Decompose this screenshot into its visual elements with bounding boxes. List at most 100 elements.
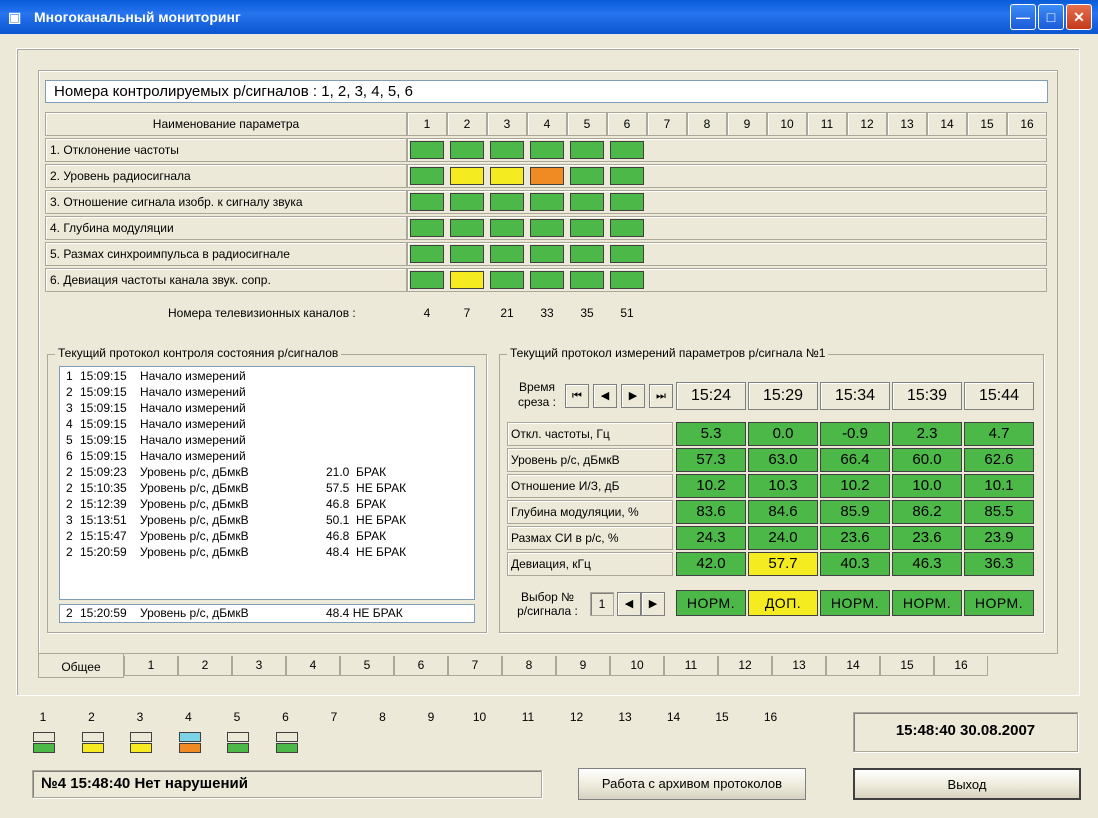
tab-1[interactable]: 1 xyxy=(124,656,178,676)
log-time: 15:09:23 xyxy=(80,465,127,479)
log-event: Начало измерений xyxy=(140,449,246,463)
column-header-7: 7 xyxy=(647,112,687,136)
next-slice-button[interactable]: ▶ xyxy=(621,384,645,408)
list-item[interactable]: 4 15:09:15 Начало измерений xyxy=(60,416,474,432)
signal-prev-button[interactable]: ◀ xyxy=(617,592,641,616)
status-indicator xyxy=(410,167,444,185)
measure-param-label: Откл. частоты, Гц xyxy=(507,422,673,446)
column-header-3: 3 xyxy=(487,112,527,136)
list-item[interactable]: 3 15:13:51 Уровень р/с, дБмкВ 50.1 НЕ БРАК xyxy=(60,512,474,528)
status-indicator xyxy=(610,219,644,237)
list-item[interactable]: 1 15:09:15 Начало измерений xyxy=(60,368,474,384)
list-item[interactable]: 2 15:15:47 Уровень р/с, дБмкВ 46.8 БРАК xyxy=(60,528,474,544)
status-indicator xyxy=(490,245,524,263)
time-slice-header: 15:44 xyxy=(964,382,1034,410)
status-indicator xyxy=(450,219,484,237)
log-list[interactable]: 1 15:09:15 Начало измерений 2 15:09:15 Начало… xyxy=(59,366,475,600)
tab-5[interactable]: 5 xyxy=(340,656,394,676)
minimize-button[interactable]: — xyxy=(1010,4,1036,30)
column-header-16: 16 xyxy=(1007,112,1047,136)
status-indicator xyxy=(570,193,604,211)
column-header-2: 2 xyxy=(447,112,487,136)
log-time: 15:12:39 xyxy=(80,497,127,511)
last-slice-button[interactable]: ⏭ xyxy=(649,384,673,408)
log-result: 46.8 БРАК xyxy=(326,529,387,543)
tab-4[interactable]: 4 xyxy=(286,656,340,676)
measure-value: 85.5 xyxy=(964,500,1034,524)
list-item[interactable]: 3 15:09:15 Начало измерений xyxy=(60,400,474,416)
maximize-button[interactable]: □ xyxy=(1038,4,1064,30)
log-result: 50.1 НЕ БРАК xyxy=(326,513,407,527)
status-badge: НОРМ. xyxy=(892,590,962,616)
tab-6[interactable]: 6 xyxy=(394,656,448,676)
channel-indicator-bottom xyxy=(130,743,152,753)
column-header-4: 4 xyxy=(527,112,567,136)
measure-value: 23.6 xyxy=(820,526,890,550)
tab-12[interactable]: 12 xyxy=(718,656,772,676)
log-channel: 2 xyxy=(66,497,73,511)
tab-3[interactable]: 3 xyxy=(232,656,286,676)
measure-value: 10.3 xyxy=(748,474,818,498)
tab-2[interactable]: 2 xyxy=(178,656,232,676)
measure-value: 60.0 xyxy=(892,448,962,472)
tab-11[interactable]: 11 xyxy=(664,656,718,676)
log-time: 15:09:15 xyxy=(80,401,127,415)
column-header-15: 15 xyxy=(967,112,1007,136)
column-header-6: 6 xyxy=(607,112,647,136)
measure-value: 4.7 xyxy=(964,422,1034,446)
status-indicator xyxy=(610,141,644,159)
log-last-time: 15:20:59 xyxy=(80,606,127,620)
close-button[interactable]: ✕ xyxy=(1066,4,1092,30)
measure-title: Текущий протокол измерений параметров р/… xyxy=(507,346,829,360)
list-item[interactable]: 5 15:09:15 Начало измерений xyxy=(60,432,474,448)
tab-14[interactable]: 14 xyxy=(826,656,880,676)
tab-7[interactable]: 7 xyxy=(448,656,502,676)
list-item[interactable]: 6 15:09:15 Начало измерений xyxy=(60,448,474,464)
column-header-14: 14 xyxy=(927,112,967,136)
tab-16[interactable]: 16 xyxy=(934,656,988,676)
log-last-line: 2 15:20:59 Уровень р/с, дБмкВ 48.4 НЕ БР… xyxy=(59,604,475,623)
tab-9[interactable]: 9 xyxy=(556,656,610,676)
tab-13[interactable]: 13 xyxy=(772,656,826,676)
param-label-2: 2. Уровень радиосигнала xyxy=(45,164,407,188)
signal-next-button[interactable]: ▶ xyxy=(641,592,665,616)
monitor-app-icon: ▣ xyxy=(8,9,22,25)
signal-select-value[interactable]: 1 xyxy=(590,592,614,616)
column-header-1: 1 xyxy=(407,112,447,136)
list-item[interactable]: 2 15:09:23 Уровень р/с, дБмкВ 21.0 БРАК xyxy=(60,464,474,480)
log-result: 57.5 НЕ БРАК xyxy=(326,481,407,495)
tab-general[interactable]: Общее xyxy=(38,654,124,678)
measure-value: 57.3 xyxy=(676,448,746,472)
tab-8[interactable]: 8 xyxy=(502,656,556,676)
measure-param-label: Уровень р/с, дБмкВ xyxy=(507,448,673,472)
measure-value: 23.9 xyxy=(964,526,1034,550)
tab-15[interactable]: 15 xyxy=(880,656,934,676)
status-indicator xyxy=(610,167,644,185)
archive-button[interactable]: Работа с архивом протоколов xyxy=(578,768,806,800)
log-event: Начало измерений xyxy=(140,369,246,383)
measure-param-label: Девиация, кГц xyxy=(507,552,673,576)
status-badge: НОРМ. xyxy=(964,590,1034,616)
prev-slice-button[interactable]: ◀ xyxy=(593,384,617,408)
status-indicator xyxy=(410,141,444,159)
log-title: Текущий протокол контроля состояния р/си… xyxy=(55,346,342,360)
tab-10[interactable]: 10 xyxy=(610,656,664,676)
log-time: 15:09:15 xyxy=(80,417,127,431)
clock-display: 15:48:40 30.08.2007 xyxy=(853,712,1078,752)
log-result: 46.8 БРАК xyxy=(326,497,387,511)
list-item[interactable]: 2 15:20:59 Уровень р/с, дБмкВ 48.4 НЕ БРАК xyxy=(60,544,474,560)
bottom-channel-number: 10 xyxy=(472,710,487,724)
channel-indicator-top xyxy=(130,732,152,742)
status-indicator xyxy=(450,167,484,185)
status-indicator xyxy=(490,193,524,211)
list-item[interactable]: 2 15:12:39 Уровень р/с, дБмкВ 46.8 БРАК xyxy=(60,496,474,512)
signal-select-label: Выбор № р/сигнала : xyxy=(517,590,578,618)
first-slice-button[interactable]: ⏮ xyxy=(565,384,589,408)
status-indicator xyxy=(530,167,564,185)
status-indicator xyxy=(570,271,604,289)
list-item[interactable]: 2 15:10:35 Уровень р/с, дБмкВ 57.5 НЕ БРАК xyxy=(60,480,474,496)
measure-value: 42.0 xyxy=(676,552,746,576)
exit-button[interactable]: Выход xyxy=(853,768,1081,800)
log-event: Уровень р/с, дБмкВ xyxy=(140,513,249,527)
list-item[interactable]: 2 15:09:15 Начало измерений xyxy=(60,384,474,400)
